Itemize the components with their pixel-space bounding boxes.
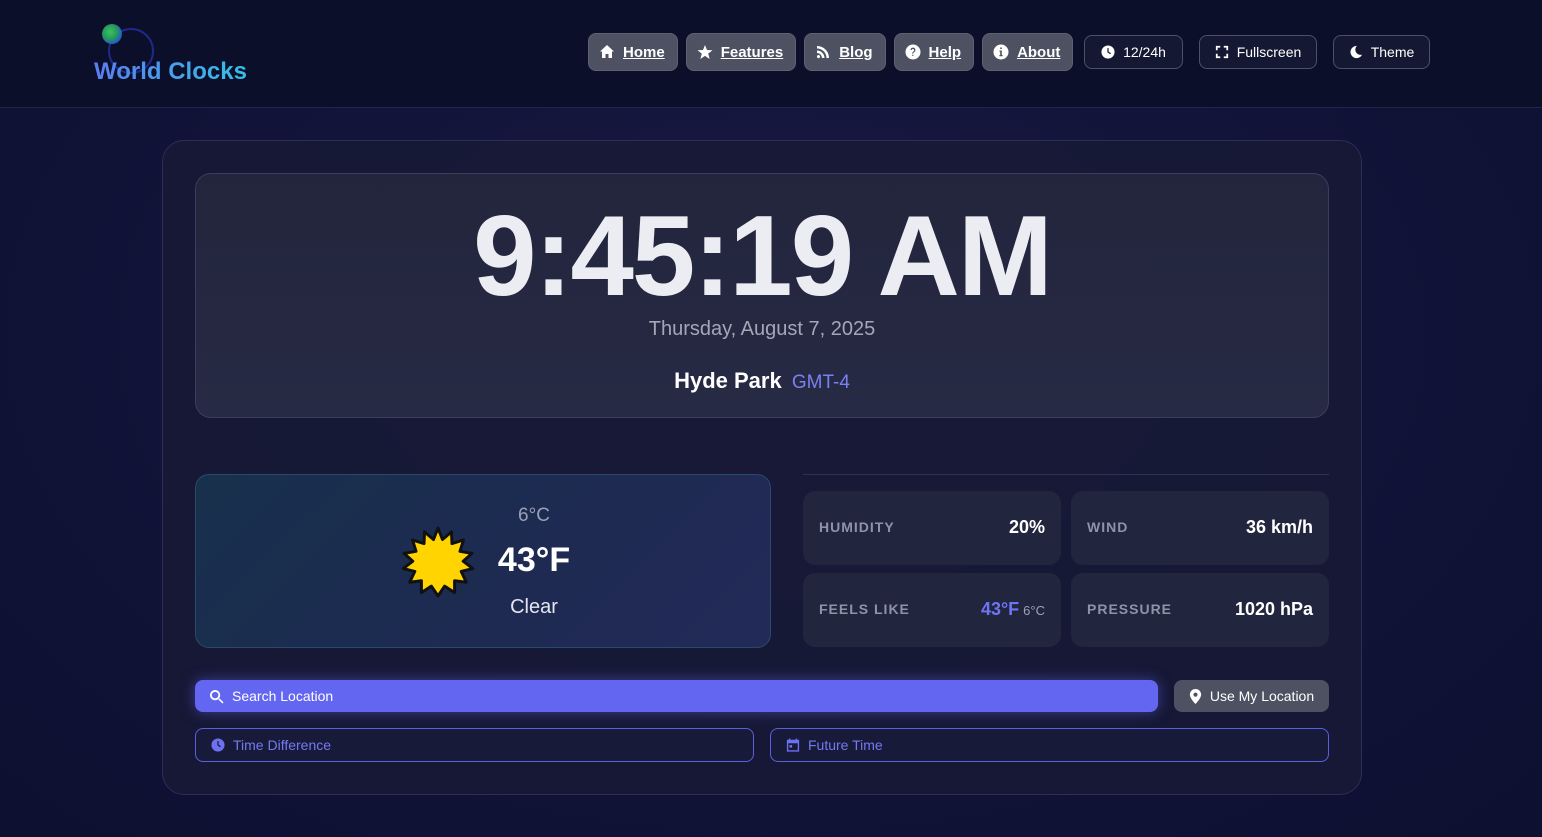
- wind-stat: WIND 36 km/h: [1071, 491, 1329, 565]
- calendar-icon: [786, 738, 800, 752]
- nav-features[interactable]: Features: [685, 33, 797, 71]
- star-icon: [697, 45, 713, 59]
- pressure-label: PRESSURE: [1087, 601, 1173, 617]
- sun-icon: [401, 526, 475, 598]
- humidity-value: 20%: [1008, 517, 1045, 537]
- search-location-input[interactable]: Search Location: [195, 680, 1158, 712]
- clock-icon: [211, 738, 225, 752]
- nav-about-label: About: [1017, 43, 1061, 61]
- nav-home-label: Home: [623, 43, 665, 61]
- temperature-celsius: 6°C: [518, 505, 550, 526]
- nav-help[interactable]: Help: [893, 33, 975, 71]
- weather-card: 6°C 43°F Clear: [195, 474, 771, 648]
- humidity-stat: HUMIDITY 20%: [803, 491, 1061, 565]
- pressure-value: 1020 hPa: [1234, 599, 1313, 619]
- stats-divider: [803, 474, 1329, 475]
- feels-like-value: 43°F 6°C: [981, 599, 1045, 620]
- nav-about[interactable]: About: [982, 33, 1074, 71]
- logo[interactable]: World Clocks: [94, 22, 264, 88]
- help-icon: [905, 44, 921, 60]
- header: World Clocks Home Features Blog Help Abo…: [0, 0, 1542, 108]
- theme-button[interactable]: Theme: [1333, 35, 1430, 69]
- weather-condition: Clear: [510, 596, 558, 618]
- info-icon: [993, 44, 1009, 60]
- main-nav: Home Features Blog Help About: [588, 33, 1074, 71]
- humidity-label: HUMIDITY: [819, 519, 895, 535]
- time-difference-label: Time Difference: [233, 737, 332, 753]
- fullscreen-label: Fullscreen: [1236, 44, 1302, 60]
- time-difference-button[interactable]: Time Difference: [195, 728, 754, 762]
- nav-blog[interactable]: Blog: [804, 33, 886, 71]
- pressure-stat: PRESSURE 1020 hPa: [1071, 573, 1329, 647]
- use-my-location-label: Use My Location: [1209, 688, 1315, 704]
- future-time-label: Future Time: [808, 737, 883, 753]
- nav-features-label: Features: [720, 43, 784, 61]
- location-name: Hyde Park: [674, 368, 782, 393]
- time-format-toggle[interactable]: 12/24h: [1084, 35, 1183, 69]
- moon-icon: [1350, 45, 1362, 59]
- globe-icon: [102, 24, 122, 44]
- feels-like-celsius: 6°C: [1023, 603, 1045, 618]
- blog-icon: [817, 46, 830, 59]
- timezone-label: GMT-4: [791, 372, 850, 393]
- search-icon: [209, 689, 224, 704]
- wind-value: 36 km/h: [1245, 517, 1313, 537]
- feels-like-stat: FEELS LIKE 43°F 6°C: [803, 573, 1061, 647]
- map-pin-icon: [1189, 688, 1201, 704]
- clock-icon: [1101, 45, 1115, 59]
- home-icon: [600, 45, 614, 58]
- search-placeholder: Search Location: [232, 688, 334, 704]
- clock-panel: 9:45:19 AM Thursday, August 7, 2025 Hyde…: [195, 173, 1329, 418]
- current-date: Thursday, August 7, 2025: [648, 318, 876, 340]
- future-time-button[interactable]: Future Time: [770, 728, 1329, 762]
- current-time: 9:45:19 AM: [473, 193, 1053, 320]
- nav-home[interactable]: Home: [588, 33, 678, 71]
- expand-icon: [1215, 45, 1228, 59]
- temperature-fahrenheit: 43°F: [497, 541, 571, 579]
- time-format-label: 12/24h: [1123, 44, 1166, 60]
- nav-help-label: Help: [928, 43, 962, 61]
- fullscreen-button[interactable]: Fullscreen: [1199, 35, 1317, 69]
- location-display: Hyde Park GMT-4: [196, 368, 1328, 394]
- feels-like-label: FEELS LIKE: [819, 601, 910, 617]
- nav-blog-label: Blog: [839, 43, 873, 61]
- use-my-location-button[interactable]: Use My Location: [1174, 680, 1329, 712]
- wind-label: WIND: [1087, 519, 1129, 535]
- app-title: World Clocks: [94, 58, 247, 85]
- theme-label: Theme: [1370, 44, 1415, 60]
- feels-like-fahrenheit: 43°F: [980, 599, 1020, 619]
